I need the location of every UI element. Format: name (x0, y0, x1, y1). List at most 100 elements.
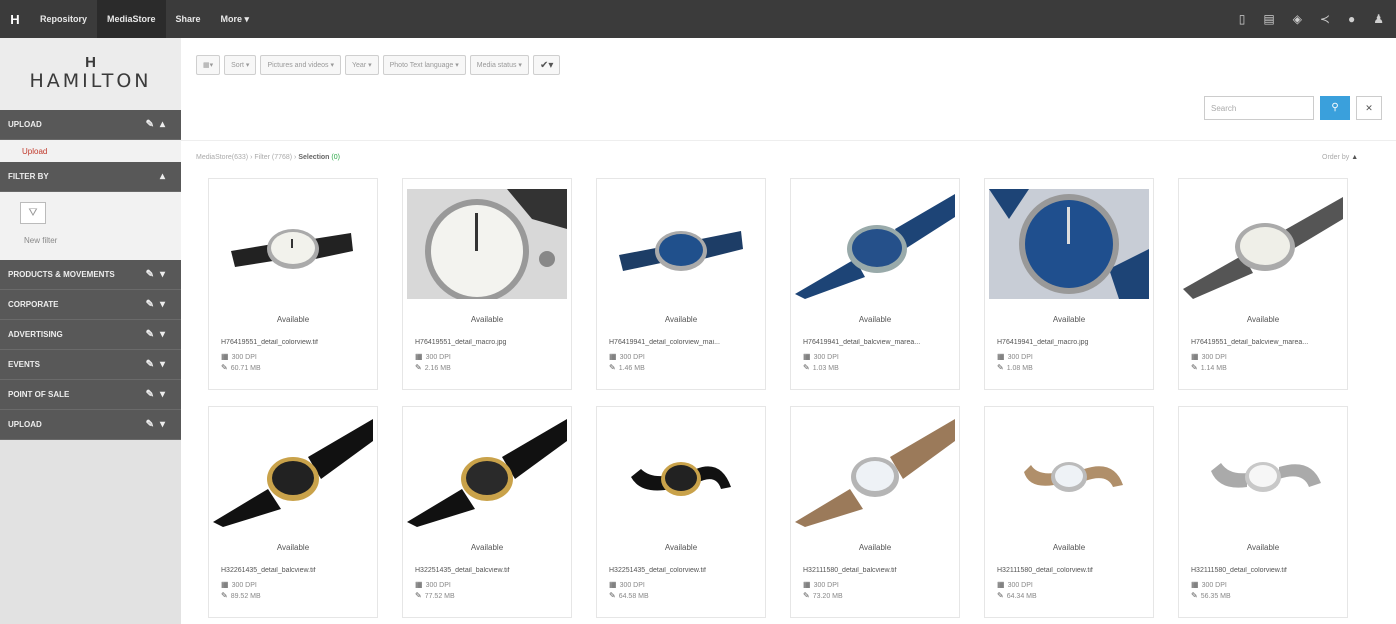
order-by-label: Order by (1322, 154, 1350, 161)
media-filename[interactable]: H32251435_detail_balcview.tif (415, 567, 563, 574)
media-size: ✎ 64.58 MB (609, 591, 649, 600)
nav-share[interactable]: Share (166, 0, 211, 38)
media-thumbnail[interactable] (601, 417, 761, 527)
media-status: Available (276, 543, 310, 552)
view-grid-button[interactable]: ▦▾ (196, 55, 221, 75)
tag-icon: ✎ (221, 363, 228, 372)
edit-icon[interactable]: ✎▾ (146, 299, 171, 310)
media-filename[interactable]: H32111580_detail_colorview.tif (997, 567, 1145, 574)
section-upload-2[interactable]: UPLOAD ✎▾ (0, 410, 181, 440)
media-card[interactable]: Available H76419941_detail_colorview_mai.… (596, 178, 766, 390)
edit-icon[interactable]: ✎▾ (146, 359, 171, 370)
year-button[interactable]: Year ▾ (345, 55, 379, 75)
media-thumbnail[interactable] (989, 417, 1149, 527)
media-card[interactable]: Available H32111580_detail_balcview.tif ▦ 3… (790, 406, 960, 618)
media-card[interactable]: Available H76419551_detail_balcview_marea… (1178, 178, 1348, 390)
media-size: ✎ 1.14 MB (1191, 363, 1227, 372)
media-card[interactable]: Available H32111580_detail_colorview.tif ▦… (984, 406, 1154, 618)
edit-icon[interactable]: ✎▾ (146, 419, 171, 430)
media-dpi: 300 DPI (231, 354, 257, 361)
media-card[interactable]: Available H76419551_detail_colorview.tif ▦… (208, 178, 378, 390)
media-thumbnail[interactable] (989, 189, 1149, 299)
media-filename[interactable]: H32261435_detail_balcview.tif (221, 567, 369, 574)
media-resolution: ▦ 300 DPI (1191, 580, 1227, 589)
comment-icon[interactable]: ● (1348, 12, 1355, 26)
nav-mediastore[interactable]: MediaStore (97, 0, 166, 38)
media-type-button[interactable]: Pictures and videos ▾ (260, 55, 341, 75)
media-filename[interactable]: H76419941_detail_balcview_marea... (803, 339, 951, 346)
media-filesize: 60.71 MB (230, 365, 261, 372)
media-filename[interactable]: H32111580_detail_colorview.tif (1191, 567, 1339, 574)
media-size: ✎ 77.52 MB (415, 591, 455, 600)
hamilton-logo-icon[interactable]: H (0, 12, 30, 27)
media-thumbnail[interactable] (213, 189, 373, 299)
breadcrumb-selection[interactable]: Selection (298, 154, 329, 161)
media-filename[interactable]: H76419551_detail_balcview_marea... (1191, 339, 1339, 346)
clear-search-button[interactable]: ✕ (1356, 96, 1382, 120)
media-thumbnail[interactable] (795, 189, 955, 299)
section-upload[interactable]: UPLOAD ✎▴ (0, 110, 181, 140)
media-thumbnail[interactable] (601, 189, 761, 299)
media-card[interactable]: Available H32251435_detail_colorview.tif ▦… (596, 406, 766, 618)
search-input[interactable]: Search (1204, 96, 1314, 120)
tag-icon: ✎ (609, 363, 616, 372)
media-card[interactable]: Available H76419941_detail_balcview_marea… (790, 178, 960, 390)
user-icon[interactable]: ♟ (1373, 12, 1384, 26)
media-card[interactable]: Available H32251435_detail_balcview.tif ▦ 3… (402, 406, 572, 618)
section-events[interactable]: EVENTS ✎▾ (0, 350, 181, 380)
cube-icon[interactable]: ◈ (1293, 12, 1302, 26)
media-thumbnail[interactable] (407, 417, 567, 527)
new-filter-link[interactable]: New filter (8, 236, 173, 245)
media-dpi: 300 DPI (813, 582, 839, 589)
order-by-control[interactable]: Order by ▲ (1322, 154, 1358, 161)
section-label: CORPORATE (8, 300, 59, 309)
breadcrumb-path[interactable]: MediaStore(633) › Filter (7768) › (196, 154, 298, 161)
collapse-icon[interactable]: ▴ (160, 171, 171, 182)
search-button[interactable]: ⚲ (1320, 96, 1350, 120)
upload-link[interactable]: Upload (0, 140, 181, 162)
check-button[interactable]: ✔▾ (532, 55, 561, 75)
media-resolution: ▦ 300 DPI (221, 352, 257, 361)
media-filename[interactable]: H32111580_detail_balcview.tif (803, 567, 951, 574)
filter-icon[interactable]: ⛛ (20, 202, 46, 224)
share-icon[interactable]: ≺ (1320, 12, 1330, 26)
media-thumbnail[interactable] (795, 417, 955, 527)
sort-button[interactable]: Sort ▾ (224, 55, 257, 75)
media-thumbnail[interactable] (213, 417, 373, 527)
edit-icon[interactable]: ✎▴ (146, 119, 171, 130)
document-icon[interactable]: ▯ (1239, 12, 1246, 26)
media-status-button[interactable]: Media status ▾ (469, 55, 529, 75)
media-dpi: 300 DPI (1201, 354, 1227, 361)
media-card[interactable]: Available H76419551_detail_macro.jpg ▦ 300 … (402, 178, 572, 390)
media-filename[interactable]: H76419941_detail_colorview_mai... (609, 339, 757, 346)
section-corporate[interactable]: CORPORATE ✎▾ (0, 290, 181, 320)
media-status: Available (470, 315, 504, 324)
copy-icon[interactable]: ▤ (1263, 12, 1274, 26)
media-card[interactable]: Available H76419941_detail_macro.jpg ▦ 300 … (984, 178, 1154, 390)
media-thumbnail[interactable] (1183, 189, 1343, 299)
edit-icon[interactable]: ✎▾ (146, 329, 171, 340)
top-navigation-bar: H Repository MediaStore Share More ▾ ▯ ▤… (0, 0, 1396, 38)
media-filesize: 1.03 MB (812, 365, 839, 372)
media-card[interactable]: Available H32261435_detail_balcview.tif ▦ 3… (208, 406, 378, 618)
media-filename[interactable]: H76419941_detail_macro.jpg (997, 339, 1145, 346)
filter-toolbar: ▦▾ Sort ▾ Pictures and videos ▾ Year ▾ P… (196, 55, 561, 75)
section-point-of-sale[interactable]: POINT OF SALE ✎▾ (0, 380, 181, 410)
media-filename[interactable]: H32251435_detail_colorview.tif (609, 567, 757, 574)
media-thumbnail[interactable] (407, 189, 567, 299)
media-filename[interactable]: H76419551_detail_macro.jpg (415, 339, 563, 346)
media-thumbnail[interactable] (1183, 417, 1343, 527)
nav-repository[interactable]: Repository (30, 0, 97, 38)
section-filter-by[interactable]: FILTER BY ▴ (0, 162, 181, 192)
edit-icon[interactable]: ✎▾ (146, 269, 171, 280)
section-products-movements[interactable]: PRODUCTS & MOVEMENTS ✎▾ (0, 260, 181, 290)
media-dpi: 300 DPI (425, 582, 451, 589)
nav-more[interactable]: More ▾ (211, 0, 260, 38)
media-card[interactable]: Available H32111580_detail_colorview.tif ▦… (1178, 406, 1348, 618)
media-filename[interactable]: H76419551_detail_colorview.tif (221, 339, 369, 346)
edit-icon[interactable]: ✎▾ (146, 389, 171, 400)
section-advertising[interactable]: ADVERTISING ✎▾ (0, 320, 181, 350)
divider (181, 140, 1396, 141)
tag-icon: ✎ (997, 591, 1004, 600)
language-button[interactable]: Photo Text language ▾ (382, 55, 466, 75)
